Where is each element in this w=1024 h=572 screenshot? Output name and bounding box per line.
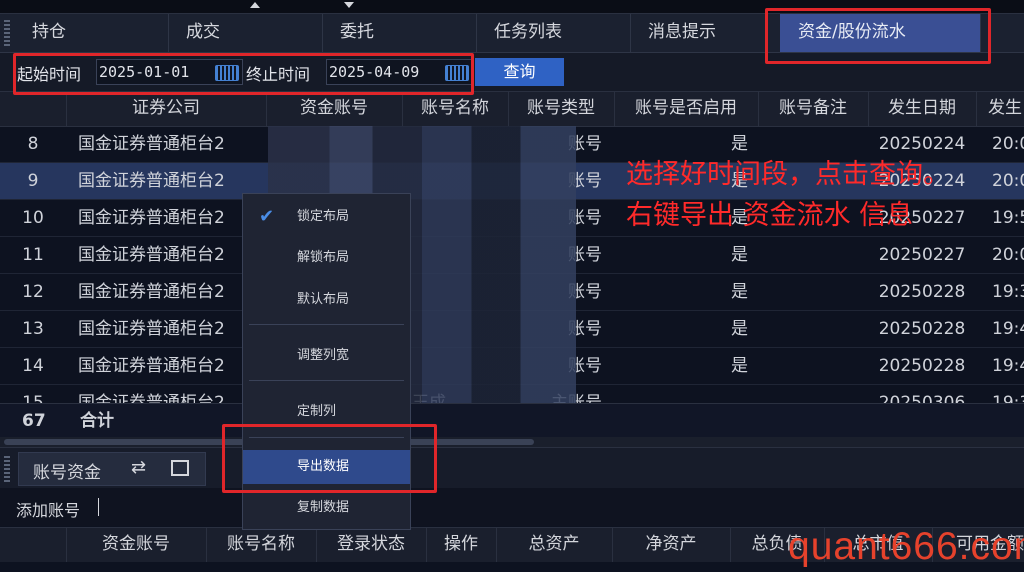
horizontal-scrollbar[interactable] xyxy=(0,437,1024,447)
tab-orders[interactable]: 委托 xyxy=(322,14,477,52)
menu-item-label: 解锁布局 xyxy=(297,250,350,265)
header-total-assets[interactable]: 总资产 xyxy=(496,528,613,562)
row-enabled: 是 xyxy=(731,319,748,339)
swap-icon[interactable]: ⇄ xyxy=(131,457,146,478)
header-date[interactable]: 发生日期 xyxy=(868,92,977,126)
header-index xyxy=(0,528,67,562)
row-broker: 国金证券普通柜台2 xyxy=(78,356,225,376)
header-index xyxy=(0,92,67,126)
row-time: 19:3 xyxy=(992,393,1024,403)
header-account-name[interactable]: 账号名称 xyxy=(402,92,509,126)
total-count: 67 xyxy=(22,411,46,431)
header-broker[interactable]: 证券公司 xyxy=(66,92,267,126)
highlight-fund-flow-tab xyxy=(765,8,991,64)
row-index: 12 xyxy=(22,282,44,302)
menu-item-label: 锁定布局 xyxy=(297,209,350,224)
menu-item-adjust-column-width[interactable]: 调整列宽 xyxy=(243,339,410,373)
tab-account-funds[interactable]: 账号资金 ⇄ xyxy=(18,452,206,486)
row-time: 20:0 xyxy=(992,134,1024,154)
highlight-export-item xyxy=(222,424,437,493)
drag-handle-icon[interactable] xyxy=(4,456,10,482)
row-broker: 国金证券普通柜台2 xyxy=(78,393,225,403)
header-time[interactable]: 发生 xyxy=(976,92,1024,126)
tab-trades[interactable]: 成交 xyxy=(168,14,323,52)
row-enabled xyxy=(614,385,748,403)
header-account-name[interactable]: 账号名称 xyxy=(206,528,317,562)
row-broker: 国金证券普通柜台2 xyxy=(78,282,225,302)
add-account-row: 添加账号 xyxy=(0,488,1024,526)
query-button[interactable]: 查询 xyxy=(475,58,564,86)
row-broker: 国金证券普通柜台2 xyxy=(78,319,225,339)
total-row: 67 合计 xyxy=(0,403,1024,438)
row-date: 20250306 xyxy=(878,393,966,403)
header-account[interactable]: 资金账号 xyxy=(66,528,207,562)
row-index: 8 xyxy=(27,134,39,154)
annotation-line1: 选择好时间段，点击查询。 xyxy=(626,159,950,190)
bottom-tab-bar: 账号资金 ⇄ xyxy=(0,447,1024,488)
row-index: 9 xyxy=(27,171,39,191)
menu-item-copy-data[interactable]: 复制数据 xyxy=(243,491,410,525)
row-date: 20250228 xyxy=(878,319,966,339)
row-enabled: 是 xyxy=(731,282,748,302)
menu-item-label: 调整列宽 xyxy=(297,348,350,363)
header-net-assets[interactable]: 净资产 xyxy=(612,528,731,562)
window-icon[interactable] xyxy=(171,460,189,476)
row-index: 11 xyxy=(22,245,44,265)
row-time: 19:3 xyxy=(992,282,1024,302)
account-funds-label: 账号资金 xyxy=(33,463,101,483)
row-time: 19:4 xyxy=(992,319,1024,339)
header-enabled[interactable]: 账号是否启用 xyxy=(614,92,759,126)
tab-tasks[interactable]: 任务列表 xyxy=(476,14,631,52)
row-index: 10 xyxy=(22,208,44,228)
row-enabled: 是 xyxy=(731,356,748,376)
collapse-up-icon[interactable] xyxy=(250,2,260,8)
row-date: 20250227 xyxy=(878,245,966,265)
total-label: 合计 xyxy=(80,411,114,431)
row-broker: 国金证券普通柜台2 xyxy=(78,208,225,228)
highlight-date-range xyxy=(13,53,474,95)
table-header: 证券公司 资金账号 账号名称 账号类型 账号是否启用 账号备注 发生日期 发生 xyxy=(0,91,1024,127)
row-broker: 国金证券普通柜台2 xyxy=(78,134,225,154)
row-enabled: 是 xyxy=(731,245,748,265)
annotation-line2: 右键导出 资金流水 信息 xyxy=(626,200,914,231)
header-action[interactable]: 操作 xyxy=(426,528,497,562)
row-time: 20:0 xyxy=(992,245,1024,265)
row-index: 15 xyxy=(22,393,44,403)
row-date: 20250228 xyxy=(878,282,966,302)
menu-item-label: 默认布局 xyxy=(297,292,350,307)
tab-messages[interactable]: 消息提示 xyxy=(630,14,781,52)
menu-item-lock-layout[interactable]: ✔ 锁定布局 xyxy=(243,200,410,234)
expand-down-icon[interactable] xyxy=(344,2,354,8)
text-cursor xyxy=(98,498,99,516)
tab-positions[interactable]: 持仓 xyxy=(14,14,169,52)
row-date: 20250228 xyxy=(878,356,966,376)
header-login-status[interactable]: 登录状态 xyxy=(316,528,427,562)
row-broker: 国金证券普通柜台2 xyxy=(78,171,225,191)
row-broker: 国金证券普通柜台2 xyxy=(78,245,225,265)
menu-divider xyxy=(249,324,404,325)
drag-handle-icon[interactable] xyxy=(4,20,10,46)
menu-divider xyxy=(249,380,404,381)
header-note[interactable]: 账号备注 xyxy=(758,92,869,126)
add-account-input[interactable]: 添加账号 xyxy=(16,497,80,521)
row-time: 19:4 xyxy=(992,356,1024,376)
menu-item-unlock-layout[interactable]: 解锁布局 xyxy=(243,241,410,275)
header-account-type[interactable]: 账号类型 xyxy=(508,92,615,126)
watermark-text: quant666.com xyxy=(788,525,1024,568)
menu-item-default-layout[interactable]: 默认布局 xyxy=(243,283,410,317)
menu-item-label: 复制数据 xyxy=(297,500,350,515)
row-time: 20:0 xyxy=(992,171,1024,191)
row-time: 19:5 xyxy=(992,208,1024,228)
header-account[interactable]: 资金账号 xyxy=(266,92,403,126)
row-index: 14 xyxy=(22,356,44,376)
row-index: 13 xyxy=(22,319,44,339)
check-icon: ✔ xyxy=(259,206,275,227)
